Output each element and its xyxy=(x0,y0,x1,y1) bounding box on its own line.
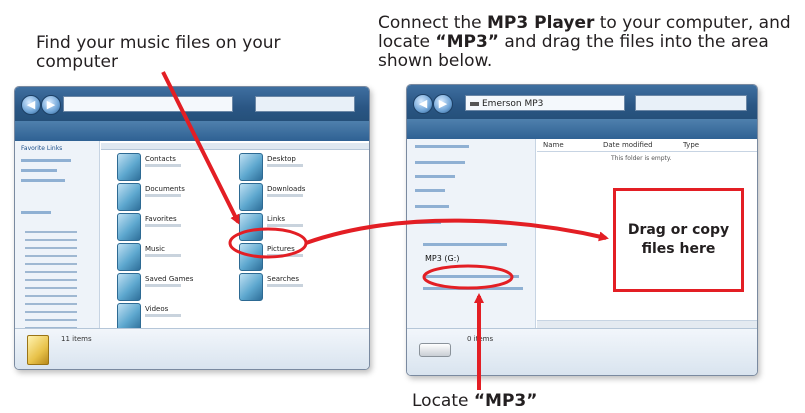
pictures-highlight-ellipse xyxy=(228,227,308,259)
find-files-arrow xyxy=(161,71,240,225)
mp3-drive-highlight-ellipse xyxy=(422,264,514,290)
annotation-overlay xyxy=(161,71,609,390)
drag-arrow xyxy=(305,218,609,245)
